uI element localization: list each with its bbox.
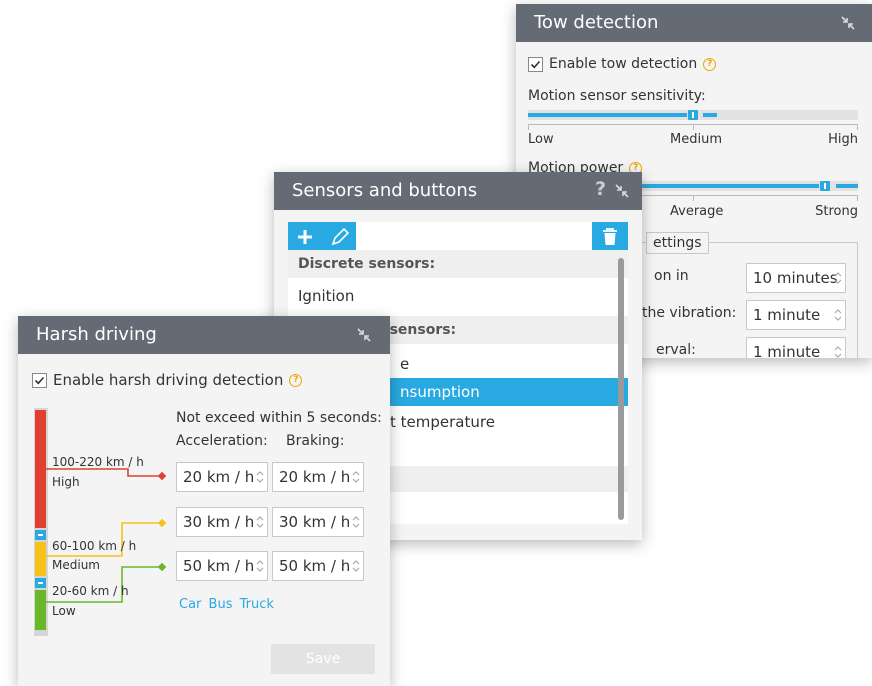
settings-row2-value: 1 minute xyxy=(753,306,821,324)
stepper-icon[interactable] xyxy=(256,559,264,573)
stepper-icon[interactable] xyxy=(256,470,264,484)
add-sensor-button[interactable] xyxy=(288,222,322,252)
save-button-label: Save xyxy=(305,651,341,667)
sensitivity-tick xyxy=(857,124,858,130)
harsh-driving-panel: Harsh driving Enable harsh driving detec… xyxy=(18,316,390,686)
braking-medium-input[interactable]: 30 km / h xyxy=(272,507,364,537)
braking-medium-value: 30 km / h xyxy=(279,513,351,531)
trash-icon xyxy=(603,228,617,245)
power-tick xyxy=(857,195,858,201)
tow-panel-header: Tow detection xyxy=(516,4,872,42)
tow-enable-checkbox[interactable] xyxy=(528,56,543,72)
preset-truck-link[interactable]: Truck xyxy=(240,597,274,612)
stepper-icon[interactable] xyxy=(352,559,360,573)
settings-row3-label: erval: xyxy=(656,342,696,358)
stepper-icon[interactable] xyxy=(834,345,842,358)
level-low-name: Low xyxy=(52,604,76,618)
sensitivity-label: Motion sensor sensitivity: xyxy=(528,88,706,104)
level-medium-range: 60-100 km / h xyxy=(52,539,137,553)
braking-high-input[interactable]: 20 km / h xyxy=(272,462,364,492)
acceleration-medium-input[interactable]: 30 km / h xyxy=(176,507,268,537)
stepper-icon[interactable] xyxy=(352,470,360,484)
sensitivity-tick xyxy=(693,124,694,130)
preset-bus-link[interactable]: Bus xyxy=(209,597,233,612)
settings-row3-value: 1 minute xyxy=(753,343,821,358)
acceleration-high-value: 20 km / h xyxy=(183,468,255,486)
sensors-panel-title: Sensors and buttons xyxy=(292,180,478,201)
preset-car-link[interactable]: Car xyxy=(179,597,201,612)
stepper-icon[interactable] xyxy=(256,515,264,529)
tow-enable-row[interactable]: Enable tow detection? xyxy=(528,56,717,72)
collapse-icon[interactable] xyxy=(840,16,856,30)
settings-row3-input[interactable]: 1 minute xyxy=(746,337,846,358)
braking-low-input[interactable]: 50 km / h xyxy=(272,551,364,581)
plus-icon xyxy=(298,230,312,244)
help-icon[interactable]: ? xyxy=(595,178,606,200)
power-strong-label: Strong xyxy=(815,204,858,219)
settings-row2-label: the vibration: xyxy=(642,305,737,321)
sensitivity-low-label: Low xyxy=(528,132,554,147)
delete-sensor-button[interactable] xyxy=(592,222,628,252)
sensitivity-high-label: High xyxy=(828,132,858,147)
settings-row1-label: on in xyxy=(654,268,689,284)
level-low-range: 20-60 km / h xyxy=(52,584,129,598)
acceleration-high-input[interactable]: 20 km / h xyxy=(176,462,268,492)
acceleration-low-input[interactable]: 50 km / h xyxy=(176,551,268,581)
level-high-name: High xyxy=(52,475,80,489)
braking-low-value: 50 km / h xyxy=(279,557,351,575)
power-average-label: Average xyxy=(670,204,724,219)
acceleration-low-value: 50 km / h xyxy=(183,557,255,575)
list-header: Discrete sensors: xyxy=(288,250,628,278)
edit-sensor-button[interactable] xyxy=(322,222,356,252)
settings-legend: ettings xyxy=(646,232,709,254)
level-connectors xyxy=(46,468,167,603)
settings-row1-input[interactable]: 10 minutes xyxy=(746,263,846,293)
sensitivity-fill xyxy=(528,113,687,117)
tow-panel-title: Tow detection xyxy=(534,12,659,33)
sensitivity-medium-label: Medium xyxy=(670,132,722,147)
power-tick xyxy=(693,195,694,201)
power-fill-tail xyxy=(836,184,858,188)
settings-row1-value: 10 minutes xyxy=(753,269,838,287)
level-high-range: 100-220 km / h xyxy=(52,455,144,469)
acceleration-medium-value: 30 km / h xyxy=(183,513,255,531)
stepper-icon[interactable] xyxy=(352,515,360,529)
sensitivity-handle[interactable] xyxy=(688,110,698,120)
list-item[interactable]: Ignition xyxy=(288,282,628,310)
pencil-icon xyxy=(331,227,350,246)
sensors-panel-header: Sensors and buttons ? xyxy=(274,172,642,210)
help-icon[interactable]: ? xyxy=(703,57,717,71)
collapse-icon[interactable] xyxy=(614,184,630,198)
settings-row2-input[interactable]: 1 minute xyxy=(746,300,846,330)
sensitivity-fill-tail xyxy=(703,113,717,117)
save-button[interactable]: Save xyxy=(271,644,375,674)
stepper-icon[interactable] xyxy=(834,308,842,322)
list-scrollbar[interactable] xyxy=(618,258,624,520)
preset-links: Car Bus Truck xyxy=(179,597,274,612)
power-handle[interactable] xyxy=(820,181,830,191)
tow-enable-label: Enable tow detection xyxy=(549,56,698,72)
level-medium-name: Medium xyxy=(52,558,100,572)
braking-high-value: 20 km / h xyxy=(279,468,351,486)
sensitivity-tick xyxy=(528,124,529,130)
stepper-icon[interactable] xyxy=(834,271,842,285)
